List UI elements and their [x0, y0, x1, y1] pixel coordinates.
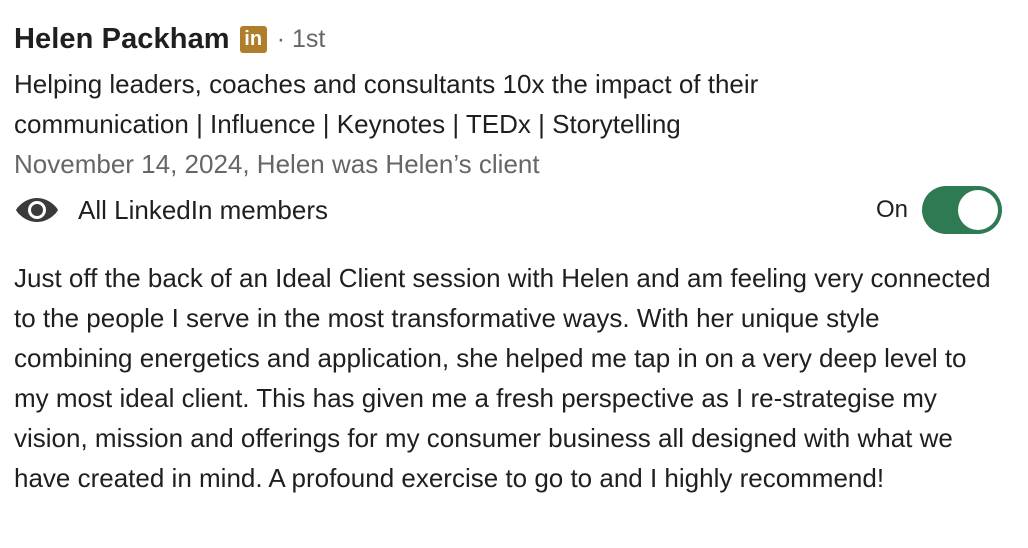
visibility-toggle[interactable] — [922, 186, 1002, 234]
toggle-knob — [958, 190, 998, 230]
recommender-name[interactable]: Helen Packham — [14, 23, 230, 56]
visibility-toggle-group: On — [875, 186, 1002, 234]
connection-degree: · 1st — [276, 24, 326, 53]
toggle-state-label: On — [875, 196, 908, 223]
recommender-header: Helen Packham in · 1st — [14, 18, 1014, 60]
recommender-headline: Helping leaders, coaches and consultants… — [14, 69, 759, 139]
eye-icon — [14, 195, 60, 225]
linkedin-icon: in — [239, 25, 267, 53]
visibility-label: All LinkedIn members — [78, 194, 328, 225]
recommendation-text: Just off the back of an Ideal Client ses… — [14, 263, 991, 493]
visibility-row: All LinkedIn members On — [14, 186, 1014, 234]
recommendation-card: Helen Packham in · 1st Helping leaders, … — [14, 18, 1014, 498]
relationship-date: November 14, 2024, Helen was Helen’s cli… — [14, 149, 540, 179]
